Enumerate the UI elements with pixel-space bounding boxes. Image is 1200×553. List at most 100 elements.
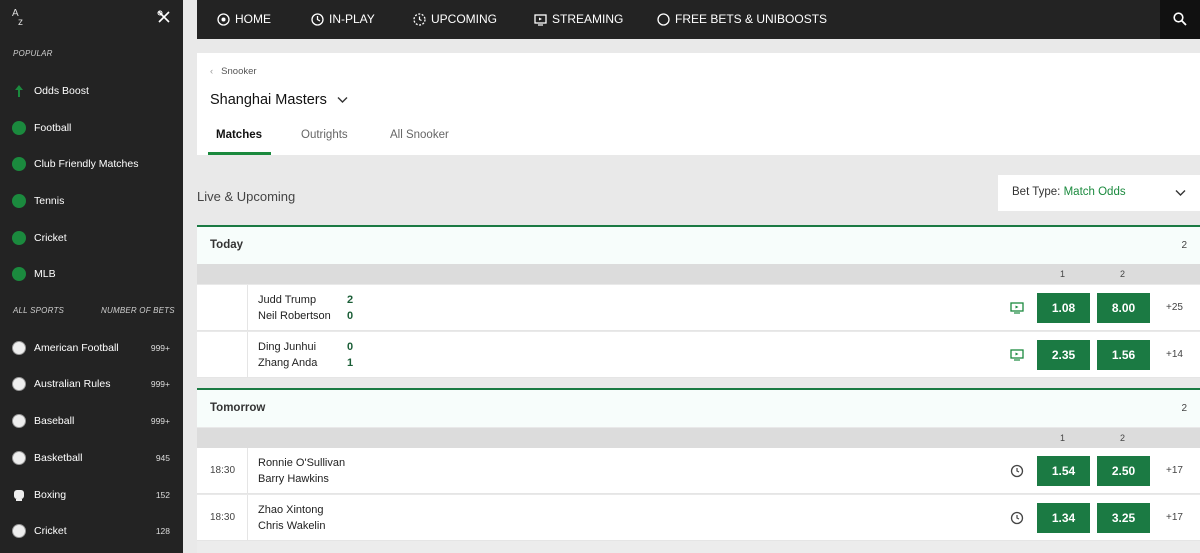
nav-label: HOME: [235, 12, 271, 26]
sidebar-item-american-football[interactable]: American Football 999+: [0, 333, 183, 363]
score-away: 0: [347, 310, 354, 322]
sidebar-item-basketball[interactable]: Basketball 945: [0, 443, 183, 473]
player-away: Zhang Anda: [258, 357, 318, 369]
nav-free-bets[interactable]: FREE BETS & UNIBOOSTS: [657, 12, 827, 26]
odds-button-1[interactable]: 1.54: [1037, 456, 1090, 486]
tab-outrights[interactable]: Outrights: [301, 129, 348, 141]
football-icon: [12, 157, 26, 171]
breadcrumb-label[interactable]: Snooker: [221, 66, 256, 77]
event-time: 18:30: [210, 512, 236, 523]
score-away: 1: [347, 357, 354, 369]
nav-home[interactable]: HOME: [217, 12, 271, 26]
bet-count: 999+: [150, 416, 170, 426]
sidebar-item-boxing[interactable]: Boxing 152: [0, 480, 183, 510]
odds-column-header: 1 2: [197, 264, 1200, 284]
tv-icon[interactable]: [1010, 348, 1024, 362]
nav-streaming[interactable]: STREAMING: [534, 12, 623, 26]
bet-count: 945: [155, 453, 170, 463]
day-header-tomorrow[interactable]: Tomorrow 2: [197, 388, 1200, 427]
day-header-today[interactable]: Today 2: [197, 225, 1200, 264]
more-markets-link[interactable]: +17: [1166, 512, 1183, 523]
popular-heading: POPULAR: [13, 49, 53, 58]
nav-upcoming[interactable]: UPCOMING: [413, 12, 497, 26]
chevron-left-icon[interactable]: ‹: [210, 66, 213, 77]
sidebar-item-label: Cricket: [34, 525, 67, 537]
bet-type-select[interactable]: Bet Type: Match Odds: [998, 175, 1200, 211]
settings-tools-icon[interactable]: [157, 10, 171, 24]
search-button[interactable]: [1160, 0, 1200, 39]
more-markets-link[interactable]: +17: [1166, 465, 1183, 476]
sidebar-item-australian-rules[interactable]: Australian Rules 999+: [0, 369, 183, 399]
more-markets-link[interactable]: +25: [1166, 302, 1183, 313]
event-row[interactable]: 18:30 Zhao Xintong Chris Wakelin 1.34 3.…: [197, 495, 1200, 541]
odds-button-2[interactable]: 8.00: [1097, 293, 1150, 323]
sidebar-item-label: Tennis: [34, 195, 65, 207]
clock-icon: [1010, 511, 1024, 525]
sidebar-item-label: Boxing: [34, 489, 67, 501]
event-header: ‹ Snooker Shanghai Masters Matches Outrig…: [197, 53, 1200, 155]
sidebar-item-cricket-all[interactable]: Cricket 128: [0, 516, 183, 546]
nav-label: IN-PLAY: [329, 12, 375, 26]
odds-boost-icon: [15, 85, 23, 97]
sidebar-item-label: Football: [34, 122, 72, 134]
bet-count: 999+: [150, 343, 170, 353]
odds-button-2[interactable]: 1.56: [1097, 340, 1150, 370]
sidebar-item-odds-boost[interactable]: Odds Boost: [0, 76, 183, 106]
tab-all-snooker[interactable]: All Snooker: [390, 129, 449, 141]
odds-button-1[interactable]: 1.08: [1037, 293, 1090, 323]
tab-matches[interactable]: Matches: [216, 129, 262, 141]
player-home: Ronnie O'Sullivan: [258, 457, 346, 469]
event-time: 18:30: [210, 465, 236, 476]
bet-type-label: Bet Type: Match Odds: [1012, 186, 1126, 198]
sidebar-item-label: Cricket: [34, 232, 67, 244]
player-away: Barry Hawkins: [258, 473, 329, 485]
day-label: Today: [210, 239, 244, 251]
event-time-cell: 18:30: [197, 495, 248, 541]
sidebar-item-baseball[interactable]: Baseball 999+: [0, 406, 183, 436]
sidebar-top: Az: [0, 0, 183, 40]
score-home: 2: [347, 294, 354, 306]
sidebar-item-cricket[interactable]: Cricket: [0, 223, 183, 253]
day-label: Tomorrow: [210, 402, 266, 414]
event-time-cell: [197, 285, 248, 331]
clock-icon: [311, 12, 324, 26]
baseball-icon: [12, 267, 26, 281]
active-tab-indicator: [208, 152, 271, 155]
event-row[interactable]: 18:30 Ronnie O'Sullivan Barry Hawkins 1.…: [197, 448, 1200, 494]
all-sports-heading: ALL SPORTS: [13, 306, 65, 315]
boxing-icon: [14, 490, 24, 501]
sidebar-item-mlb[interactable]: MLB: [0, 259, 183, 289]
score-home: 0: [347, 341, 354, 353]
sidebar-item-label: American Football: [34, 342, 119, 354]
page-title[interactable]: Shanghai Masters: [210, 92, 348, 108]
sidebar-item-club-friendly[interactable]: Club Friendly Matches: [0, 149, 183, 179]
odds-button-1[interactable]: 1.34: [1037, 503, 1090, 533]
odds-button-2[interactable]: 2.50: [1097, 456, 1150, 486]
nav-label: FREE BETS & UNIBOOSTS: [675, 12, 828, 26]
home-icon: [217, 12, 230, 26]
sidebar-item-tennis[interactable]: Tennis: [0, 186, 183, 216]
tv-icon[interactable]: [1010, 301, 1024, 315]
event-row[interactable]: Judd Trump Neil Robertson 2 0 1.08 8.00 …: [197, 285, 1200, 331]
more-markets-link[interactable]: +14: [1166, 349, 1183, 360]
sidebar-item-label: MLB: [34, 268, 56, 280]
tennis-icon: [12, 194, 26, 208]
odds-button-1[interactable]: 2.35: [1037, 340, 1090, 370]
player-away: Chris Wakelin: [258, 520, 326, 532]
circle-icon: [657, 12, 670, 26]
column-1-label: 1: [1060, 433, 1066, 443]
sidebar: Az POPULAR Odds Boost Football Club Frie…: [0, 0, 183, 553]
american-football-icon: [12, 341, 26, 355]
breadcrumb[interactable]: ‹ Snooker: [210, 66, 257, 77]
day-count: 2: [1181, 240, 1187, 251]
nav-in-play[interactable]: IN-PLAY: [311, 12, 375, 26]
column-1-label: 1: [1060, 269, 1066, 279]
football-icon: [12, 121, 26, 135]
day-count: 2: [1181, 403, 1187, 414]
nav-label: UPCOMING: [431, 12, 497, 26]
odds-button-2[interactable]: 3.25: [1097, 503, 1150, 533]
event-row[interactable]: Ding Junhui Zhang Anda 0 1 2.35 1.56 +14: [197, 332, 1200, 378]
az-sort-icon[interactable]: Az: [12, 9, 23, 28]
sidebar-item-football[interactable]: Football: [0, 113, 183, 143]
tv-icon: [534, 13, 547, 26]
